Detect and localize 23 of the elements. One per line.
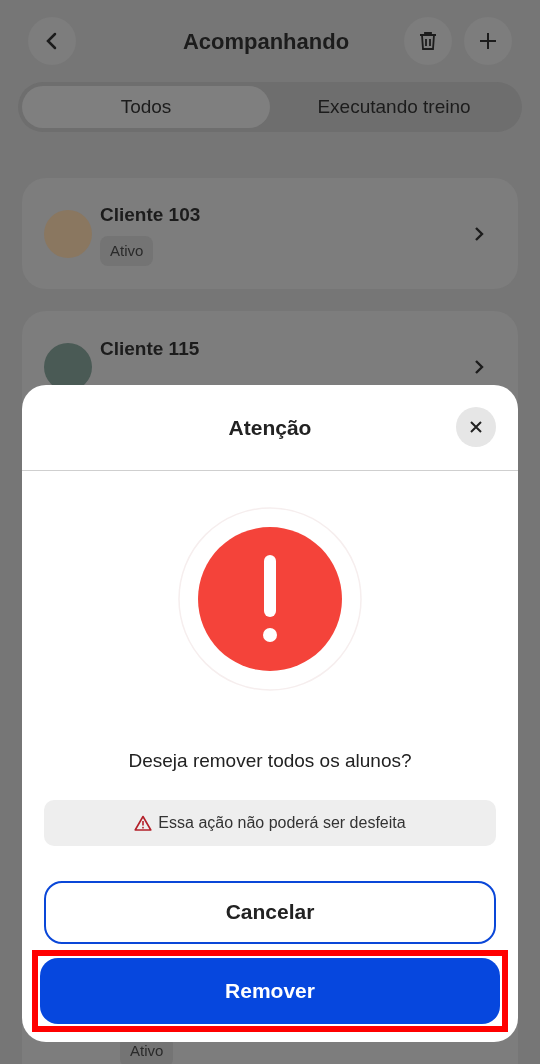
remove-button[interactable]: Remover [40,957,500,1024]
page-title: Acompanhando [182,27,350,56]
client-card[interactable]: Cliente 103 Ativo [22,178,518,289]
status-badge: Ativo [100,235,154,266]
dialog-message: Deseja remover todos os alunos? [127,749,413,773]
client-name: Cliente 115 [100,336,200,361]
close-icon [470,421,482,433]
alert-icon [178,507,362,691]
chevron-right-icon [474,225,484,242]
tab[interactable]: Executando treino [270,86,518,128]
close-button[interactable] [456,407,496,447]
back-icon [45,32,59,50]
tab[interactable]: Todos [22,86,270,128]
client-name: Cliente 103 [100,203,201,227]
trash-icon [419,31,437,51]
chevron-right-icon [474,358,484,375]
delete-button[interactable] [404,17,452,65]
warning-text: Essa ação não poderá ser desfeita [158,812,406,833]
plus-icon [479,32,497,50]
add-button[interactable] [464,17,512,65]
cancel-button[interactable]: Cancelar [44,880,496,944]
avatar [44,209,92,258]
warning-icon [134,814,153,831]
